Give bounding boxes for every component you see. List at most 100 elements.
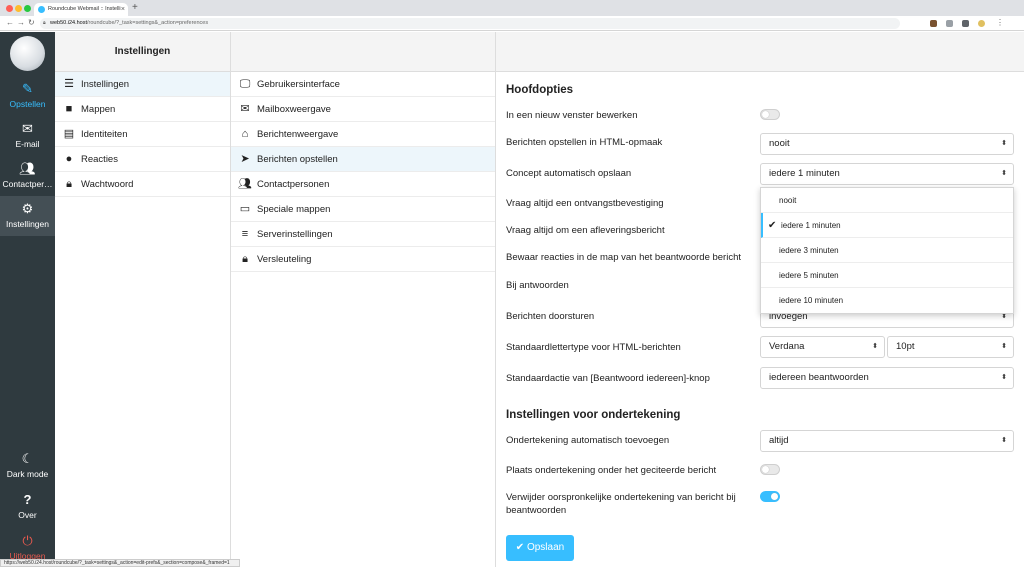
settings-item-folders[interactable]: ■ Mappen xyxy=(55,97,230,122)
save-button[interactable]: ✔ Opslaan xyxy=(506,535,574,561)
server-icon: ≡ xyxy=(241,228,249,240)
section-item-label: Speciale mappen xyxy=(257,204,331,215)
settings-list-panel: Instellingen ☰ Instellingen ■ Mappen ▤ I… xyxy=(55,32,231,567)
nav-compose[interactable]: ✎ Opstellen xyxy=(0,76,55,116)
lock-icon: 🔒︎ xyxy=(242,253,248,265)
toggle-knob xyxy=(771,493,778,500)
settings-list-header: Instellingen xyxy=(55,32,230,72)
settings-item-password[interactable]: 🔒︎ Wachtwoord xyxy=(55,172,230,197)
section-item-encryption[interactable]: 🔒︎ Versleuteling xyxy=(231,247,495,272)
desktop-icon: 🖵︎ xyxy=(239,78,251,90)
settings-item-label: Identiteiten xyxy=(81,129,128,140)
section-item-server[interactable]: ≡ Serverinstellingen xyxy=(231,222,495,247)
section-item-ui[interactable]: 🖵︎ Gebruikersinterface xyxy=(231,72,495,97)
sections-header xyxy=(231,32,495,72)
dropdown-option[interactable]: iedere 10 minuten xyxy=(761,288,1013,313)
address-bar[interactable]: 🔒︎ web50.i24.host/roundcube/?_task=setti… xyxy=(40,18,900,29)
label-draft-autosave: Concept automatisch opslaan xyxy=(506,168,632,179)
nav-darkmode-label: Dark mode xyxy=(6,469,49,479)
toggle-new-window[interactable] xyxy=(760,109,780,120)
gear-icon: ⚙ xyxy=(21,201,34,216)
section-item-label: Berichtenweergave xyxy=(257,129,339,140)
nav-about-label: Over xyxy=(18,510,37,520)
envelope-icon: ✉ xyxy=(240,103,250,115)
toggle-sig-below[interactable] xyxy=(760,464,780,475)
label-delivery: Vraag altijd om een afleveringsbericht xyxy=(506,225,665,236)
back-icon[interactable]: ← xyxy=(6,17,14,29)
section-item-compose[interactable]: ➤ Berichten opstellen xyxy=(231,147,495,172)
settings-item-responses[interactable]: ● Reacties xyxy=(55,147,230,172)
section-item-addressbook[interactable]: 👥︎ Contactpersonen xyxy=(231,172,495,197)
nav-settings[interactable]: ⚙ Instellingen xyxy=(0,196,55,236)
puzzle-icon[interactable] xyxy=(946,20,953,27)
settings-item-label: Mappen xyxy=(81,104,116,115)
dropdown-option[interactable]: nooit xyxy=(761,188,1013,213)
browser-tab-bar: Roundcube Webmail :: Instelli × + xyxy=(0,0,1024,16)
sidebar-icon[interactable] xyxy=(962,20,969,27)
label-reply-mode: Bij antwoorden xyxy=(506,280,569,291)
section-title-signature: Instellingen voor ondertekening xyxy=(506,409,681,421)
minimize-window-button[interactable] xyxy=(15,5,22,12)
label-sig-auto: Ondertekening automatisch toevoegen xyxy=(506,435,670,446)
reload-icon[interactable]: ↻ xyxy=(28,17,35,29)
label-reply-folder: Bewaar reacties in de map van het beantw… xyxy=(506,252,741,263)
select-reply-all[interactable]: iedereen beantwoorden ⬍ xyxy=(760,367,1014,389)
dropdown-option[interactable]: iedere 3 minuten xyxy=(761,238,1013,263)
select-arrows-icon: ⬍ xyxy=(872,343,878,350)
select-arrows-icon: ⬍ xyxy=(1001,374,1007,381)
extension-icon[interactable] xyxy=(930,20,937,27)
settings-item-identities[interactable]: ▤ Identiteiten xyxy=(55,122,230,147)
nav-contacts[interactable]: 👥︎ Contactper… xyxy=(0,156,55,196)
draft-autosave-dropdown: nooit ✔ iedere 1 minuten iedere 3 minute… xyxy=(760,187,1014,314)
dropdown-option[interactable]: iedere 5 minuten xyxy=(761,263,1013,288)
maximize-window-button[interactable] xyxy=(24,5,31,12)
roundcube-logo[interactable] xyxy=(10,36,45,71)
paper-plane-icon: ➤ xyxy=(240,153,250,165)
settings-item-preferences[interactable]: ☰ Instellingen xyxy=(55,72,230,97)
section-item-label: Contactpersonen xyxy=(257,179,330,190)
toggle-knob xyxy=(762,466,769,473)
select-font-size[interactable]: 10pt ⬍ xyxy=(887,336,1014,358)
select-value: nooit xyxy=(769,138,790,149)
dropdown-option-selected[interactable]: ✔ iedere 1 minuten xyxy=(761,213,1013,238)
forward-icon[interactable]: → xyxy=(17,17,25,29)
users-icon: 👥︎ xyxy=(238,178,252,190)
sliders-icon: ☰ xyxy=(64,78,74,90)
label-receipt: Vraag altijd een ontvangstbevestiging xyxy=(506,198,664,209)
label-default-font: Standaardlettertype voor HTML-berichten xyxy=(506,342,681,353)
section-item-mailview[interactable]: ⌂ Berichtenweergave xyxy=(231,122,495,147)
select-value: altijd xyxy=(769,435,789,446)
section-item-mailbox[interactable]: ✉ Mailboxweergave xyxy=(231,97,495,122)
roundcube-favicon-icon xyxy=(38,6,45,13)
select-arrows-icon: ⬍ xyxy=(1001,140,1007,147)
save-button-label: Opslaan xyxy=(526,542,565,553)
select-arrows-icon: ⬍ xyxy=(1001,170,1007,177)
section-item-label: Mailboxweergave xyxy=(257,104,331,115)
nav-email[interactable]: ✉ E-mail xyxy=(0,116,55,156)
id-card-icon: ▤ xyxy=(63,128,75,140)
browser-toolbar: ← → ↻ 🔒︎ web50.i24.host/roundcube/?_task… xyxy=(0,16,1024,31)
new-tab-button[interactable]: + xyxy=(132,2,138,14)
menu-icon[interactable]: ⋮ xyxy=(996,17,1004,29)
toggle-knob xyxy=(762,111,769,118)
select-font-family[interactable]: Verdana ⬍ xyxy=(760,336,885,358)
close-window-button[interactable] xyxy=(6,5,13,12)
moon-icon: ☾ xyxy=(21,451,34,466)
folder-open-icon: ▭ xyxy=(239,203,251,215)
power-icon: ⏻ xyxy=(22,533,33,548)
comment-icon: ● xyxy=(65,153,73,165)
profile-avatar-icon[interactable] xyxy=(978,20,985,27)
section-item-label: Versleuteling xyxy=(257,254,312,265)
select-sig-auto[interactable]: altijd ⬍ xyxy=(760,430,1014,452)
section-item-folders[interactable]: ▭ Speciale mappen xyxy=(231,197,495,222)
nav-settings-label: Instellingen xyxy=(5,219,49,229)
nav-darkmode[interactable]: ☾ Dark mode xyxy=(0,446,55,486)
envelope-icon: ✉ xyxy=(22,121,33,136)
close-tab-icon[interactable]: × xyxy=(121,3,125,16)
browser-tab[interactable]: Roundcube Webmail :: Instelli × xyxy=(34,3,128,16)
select-html-compose[interactable]: nooit ⬍ xyxy=(760,133,1014,155)
nav-about[interactable]: ? Over xyxy=(0,487,55,527)
pencil-icon: ✎ xyxy=(22,81,33,96)
select-draft-autosave[interactable]: iedere 1 minuten ⬍ xyxy=(760,163,1014,185)
toggle-sig-strip[interactable] xyxy=(760,491,780,502)
